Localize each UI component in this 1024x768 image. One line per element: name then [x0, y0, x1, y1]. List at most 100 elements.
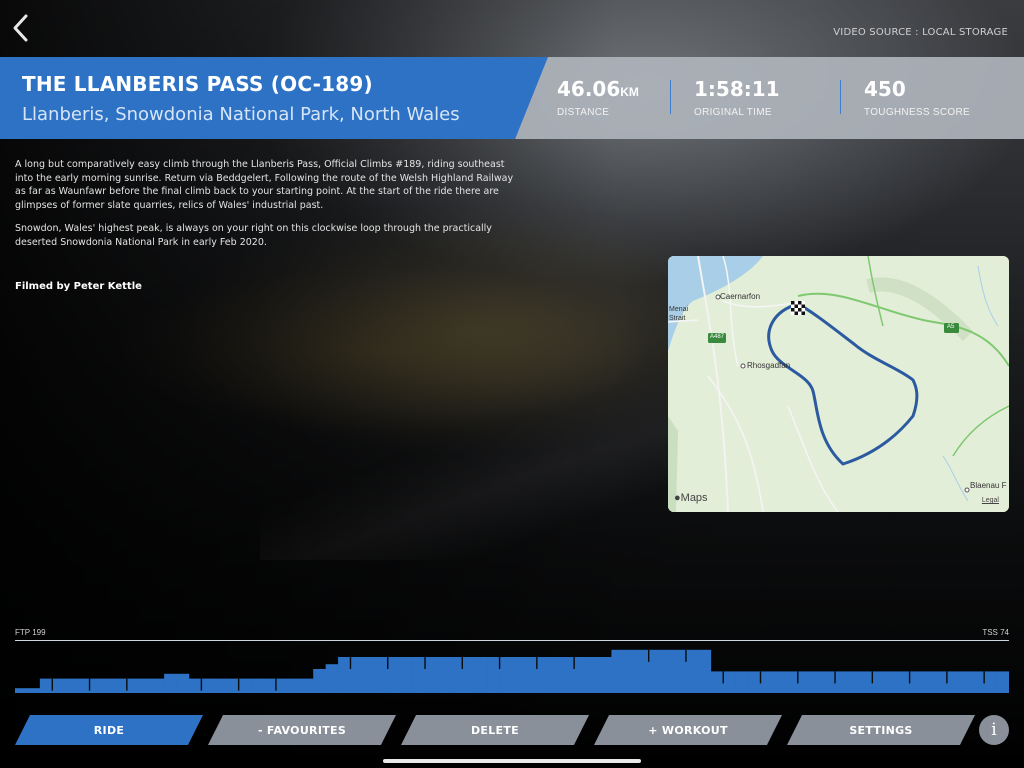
profile-segment [897, 671, 910, 693]
profile-segment [39, 678, 53, 693]
info-button[interactable]: i [979, 715, 1009, 745]
profile-segment [126, 678, 140, 693]
profile-segment [176, 673, 190, 693]
original-time-value: 1:58:11 [694, 77, 780, 101]
distance-label: DISTANCE [557, 107, 610, 118]
profile-segment [611, 649, 625, 693]
profile-segment [536, 657, 550, 693]
profile-segment [772, 671, 786, 693]
stat-original-time: 1:58:11 ORIGINAL TIME [694, 77, 780, 118]
profile-segment [251, 678, 264, 693]
workout-profile-chart [15, 649, 1009, 693]
profile-segment [909, 671, 923, 693]
info-icon: i [991, 720, 997, 740]
chevron-left-icon [13, 14, 28, 42]
profile-segment [325, 664, 339, 693]
profile-segment [971, 671, 985, 693]
profile-segment [201, 678, 215, 693]
distance-value: 46.06 [557, 77, 621, 101]
map-label-rhosgadfan: Rhosgadfan [747, 361, 791, 370]
apple-logo-icon: ● [674, 492, 681, 504]
profile-segment [387, 657, 401, 693]
profile-segment [586, 657, 600, 693]
profile-segment [710, 671, 724, 693]
profile-segment [288, 678, 302, 693]
profile-segment [512, 657, 525, 693]
stat-divider [670, 80, 671, 114]
profile-segment [698, 649, 712, 693]
profile-segment [226, 678, 239, 693]
route-map[interactable]: Caernarfon Menai Strait A487 A5 Rhosgadf… [668, 256, 1009, 512]
description-paragraph: A long but comparatively easy climb thro… [15, 159, 514, 211]
profile-segment [574, 657, 587, 693]
profile-segment [748, 671, 761, 693]
profile-segment [959, 671, 973, 693]
profile-segment [300, 678, 314, 693]
profile-segment [922, 671, 935, 693]
stat-divider [840, 80, 841, 114]
map-label-blaenau: Blaenau F [970, 481, 1007, 490]
profile-segment [263, 678, 277, 693]
profile-segment [685, 649, 699, 693]
profile-segment [64, 678, 78, 693]
profile-segment [449, 657, 463, 693]
ride-button[interactable]: RIDE [15, 715, 203, 745]
map-label-menai: Menai [669, 306, 689, 313]
original-time-label: ORIGINAL TIME [694, 107, 772, 118]
ride-title: THE LLANBERIS PASS (OC-189) [22, 72, 373, 96]
settings-button[interactable]: SETTINGS [787, 715, 975, 745]
ride-description: A long but comparatively easy climb thro… [15, 158, 525, 259]
profile-segment [437, 657, 451, 693]
checkered-flag-icon [791, 301, 805, 315]
profile-segment [785, 671, 799, 693]
profile-segment [114, 678, 128, 693]
ftp-label: FTP 199 [15, 628, 46, 637]
home-indicator[interactable] [383, 759, 641, 763]
map-label-strait: Strait [669, 315, 686, 322]
profile-segment [996, 671, 1009, 693]
profile-segment [412, 657, 426, 693]
profile-segment [474, 657, 488, 693]
profile-segment [735, 671, 749, 693]
profile-segment [872, 671, 886, 693]
profile-segment [400, 657, 413, 693]
profile-segment [822, 671, 836, 693]
profile-segment [847, 671, 861, 693]
add-workout-button[interactable]: + WORKOUT [594, 715, 782, 745]
back-button[interactable] [10, 12, 32, 44]
map-label-caernarfon: Caernarfon [720, 292, 761, 301]
profile-segment [188, 678, 202, 693]
distance-unit: KM [620, 85, 639, 99]
profile-segment [648, 649, 662, 693]
profile-segment [835, 671, 848, 693]
profile-segment [797, 671, 811, 693]
favourites-button[interactable]: - FAVOURITES [208, 715, 396, 745]
profile-segment [77, 678, 90, 693]
profile-segment [89, 678, 103, 693]
profile-segment [673, 649, 687, 693]
profile-segment [313, 669, 326, 693]
legal-link[interactable]: Legal [982, 497, 999, 504]
delete-button[interactable]: DELETE [401, 715, 589, 745]
toughness-value: 450 [864, 77, 906, 101]
profile-segment [810, 671, 823, 693]
profile-segment [760, 671, 774, 693]
maps-attribution: ●Maps [674, 492, 708, 504]
filmed-by: Filmed by Peter Kettle [15, 281, 142, 292]
profile-segment [499, 657, 513, 693]
profile-segment [946, 671, 960, 693]
description-paragraph: Snowdon, Wales' highest peak, is always … [15, 223, 492, 248]
profile-segment [15, 688, 28, 693]
profile-segment [598, 657, 612, 693]
profile-segment [275, 678, 289, 693]
profile-segment [151, 678, 165, 693]
profile-segment [636, 649, 649, 693]
profile-segment [934, 671, 948, 693]
profile-segment [623, 649, 637, 693]
profile-segment [524, 657, 538, 693]
profile-segment [425, 657, 438, 693]
profile-segment [52, 678, 66, 693]
profile-segment [27, 688, 41, 693]
profile-segment [561, 657, 575, 693]
profile-segment [362, 657, 376, 693]
